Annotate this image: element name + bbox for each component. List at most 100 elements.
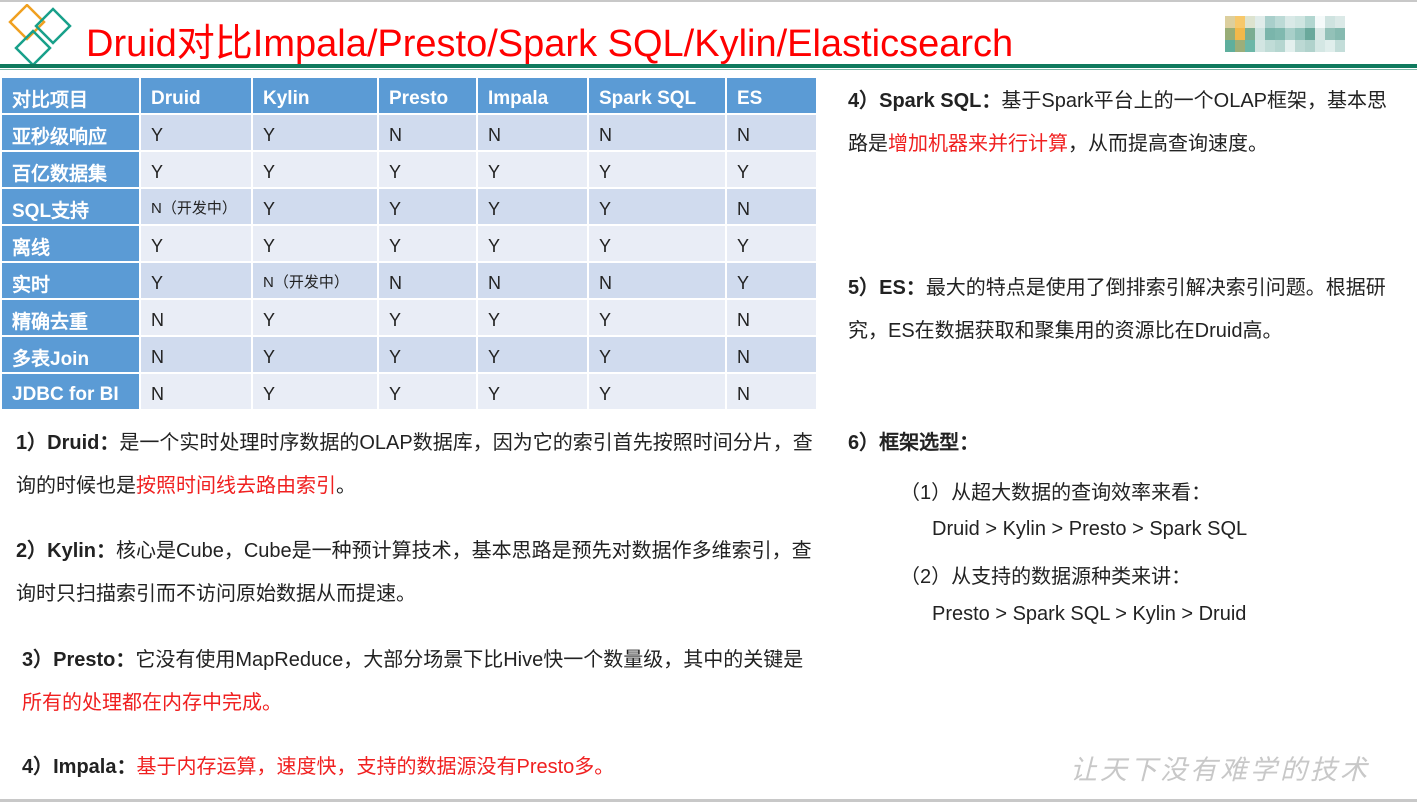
row-label: 百亿数据集 [2, 152, 139, 187]
table-cell: N [727, 374, 816, 409]
table-cell: Y [589, 152, 725, 187]
table-cell: N [478, 115, 587, 150]
label: 1）Druid： [16, 432, 120, 454]
table-row: 多表Join N Y Y Y Y N [2, 337, 816, 372]
footer-slogan: 让天下没有难学的技术 [1070, 755, 1370, 786]
table-cell: Y [478, 152, 587, 187]
row-label: JDBC for BI [2, 374, 139, 409]
table-cell: Y [379, 189, 476, 224]
table-cell: N [727, 189, 816, 224]
table-row: 精确去重 N Y Y Y Y N [2, 300, 816, 335]
row-label: SQL支持 [2, 189, 139, 224]
header-cell: ES [727, 78, 816, 113]
header-rule-thin [0, 69, 1417, 70]
blurred-logo [1225, 16, 1345, 62]
table-cell: N [589, 263, 725, 298]
label: 4）Impala： [22, 756, 137, 778]
table-row: SQL支持 N（开发中） Y Y Y Y N [2, 189, 816, 224]
table-cell: N [478, 263, 587, 298]
table-cell: Y [478, 189, 587, 224]
row-label: 离线 [2, 226, 139, 261]
label: 3）Presto： [22, 649, 136, 671]
table-row: 亚秒级响应 Y Y N N N N [2, 115, 816, 150]
logo-icon [8, 4, 72, 66]
table-cell: Y [727, 226, 816, 261]
table-cell: Y [379, 300, 476, 335]
text: 它没有使用MapReduce，大部分场景下比Hive快一个数量级，其中的关键是 [135, 649, 804, 671]
table-cell: Y [727, 152, 816, 187]
table-cell: Y [478, 226, 587, 261]
row-label: 精确去重 [2, 300, 139, 335]
table-header-row: 对比项目 Druid Kylin Presto Impala Spark SQL… [2, 78, 816, 113]
table-cell: Y [253, 115, 377, 150]
highlight: 所有的处理都在内存中完成。 [22, 692, 282, 714]
page-title: Druid对比Impala/Presto/Spark SQL/Kylin/Ela… [86, 23, 1014, 65]
presto-description: 3）Presto：它没有使用MapReduce，大部分场景下比Hive快一个数量… [22, 639, 812, 725]
row-label: 多表Join [2, 337, 139, 372]
kylin-description: 2）Kylin：核心是Cube，Cube是一种预计算技术，基本思路是预先对数据作… [16, 530, 816, 616]
table-cell: Y [478, 374, 587, 409]
label: 6）框架选型： [848, 432, 980, 454]
table-cell: Y [379, 226, 476, 261]
table-cell: Y [589, 337, 725, 372]
text: 。 [336, 475, 356, 497]
table-cell: Y [727, 263, 816, 298]
table-cell: N [141, 374, 251, 409]
table-cell: N（开发中） [141, 189, 251, 224]
druid-description: 1）Druid：是一个实时处理时序数据的OLAP数据库，因为它的索引首先按照时间… [16, 422, 816, 508]
highlight: 按照时间线去路由索引 [136, 475, 336, 497]
header-rule [0, 64, 1417, 68]
label: 2）Kylin： [16, 540, 117, 562]
table-cell: Y [141, 152, 251, 187]
label: 5）ES： [848, 277, 926, 299]
table-cell: Y [253, 226, 377, 261]
table-cell: Y [141, 263, 251, 298]
text: ，从而提高查询速度。 [1068, 133, 1268, 155]
header-cell: Kylin [253, 78, 377, 113]
table-row: JDBC for BI N Y Y Y Y N [2, 374, 816, 409]
text: 核心是Cube，Cube是一种预计算技术，基本思路是预先对数据作多维索引，查询时… [16, 540, 812, 605]
table-cell: Y [478, 337, 587, 372]
header-cell: Presto [379, 78, 476, 113]
table-cell: Y [379, 374, 476, 409]
table-row: 百亿数据集 Y Y Y Y Y Y [2, 152, 816, 187]
es-description: 5）ES：最大的特点是使用了倒排索引解决索引问题。根据研究，ES在数据获取和聚集… [848, 267, 1398, 353]
table-row: 实时 Y N（开发中） N N N Y [2, 263, 816, 298]
selection-heading: 6）框架选型： [848, 422, 979, 465]
header-cell: Druid [141, 78, 251, 113]
table-row: 离线 Y Y Y Y Y Y [2, 226, 816, 261]
table-cell: Y [253, 300, 377, 335]
table-cell: Y [141, 115, 251, 150]
ranking-2: Presto > Spark SQL > Kylin > Druid [932, 603, 1247, 625]
table-cell: Y [379, 152, 476, 187]
top-border [0, 0, 1417, 2]
label: 4）Spark SQL： [848, 90, 1002, 112]
table-cell: N [379, 263, 476, 298]
table-cell: N [141, 337, 251, 372]
selection-item-2: （2）从支持的数据源种类来讲： [900, 566, 1192, 588]
table-cell: Y [478, 300, 587, 335]
impala-description: 4）Impala：基于内存运算，速度快，支持的数据源没有Presto多。 [22, 746, 812, 789]
selection-item-1: （1）从超大数据的查询效率来看： [900, 482, 1212, 504]
table-cell: Y [253, 189, 377, 224]
row-label: 实时 [2, 263, 139, 298]
header-cell: 对比项目 [2, 78, 139, 113]
table-cell: Y [589, 226, 725, 261]
header-cell: Impala [478, 78, 587, 113]
table-cell: Y [141, 226, 251, 261]
table-cell: N（开发中） [253, 263, 377, 298]
table-cell: Y [253, 152, 377, 187]
table-cell: Y [589, 189, 725, 224]
header-cell: Spark SQL [589, 78, 725, 113]
table-cell: N [589, 115, 725, 150]
table-cell: N [727, 300, 816, 335]
table-cell: N [141, 300, 251, 335]
table-cell: Y [589, 300, 725, 335]
table-cell: Y [253, 374, 377, 409]
table-cell: N [727, 115, 816, 150]
table-cell: Y [589, 374, 725, 409]
text: 最大的特点是使用了倒排索引解决索引问题。根据研究，ES在数据获取和聚集用的资源比… [848, 277, 1386, 342]
table-cell: Y [379, 337, 476, 372]
comparison-table: 对比项目 Druid Kylin Presto Impala Spark SQL… [0, 76, 818, 411]
ranking-1: Druid > Kylin > Presto > Spark SQL [932, 518, 1248, 540]
